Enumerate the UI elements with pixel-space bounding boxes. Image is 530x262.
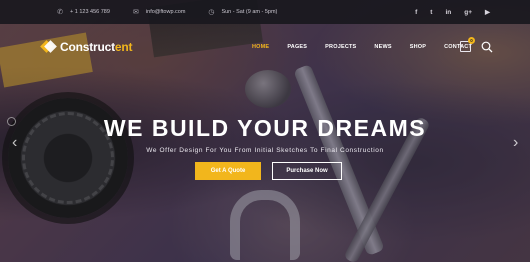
cart-count-badge: 0 — [468, 37, 475, 44]
search-icon[interactable] — [481, 40, 493, 58]
logo-icon — [40, 40, 57, 54]
hero-subheadline: We Offer Design For You From Initial Ske… — [146, 147, 384, 154]
site-logo[interactable]: Constructent — [40, 40, 132, 54]
nav-item-shop[interactable]: SHOP — [410, 44, 426, 50]
topbar-hours-text: Sun - Sat (9 am - 5pm) — [221, 9, 278, 15]
clock-icon: ◷ — [208, 9, 215, 16]
topbar-phone-text: + 1 123 456 789 — [70, 9, 110, 15]
logo-text-main: Construct — [60, 40, 115, 54]
nav-item-news[interactable]: NEWS — [374, 44, 391, 50]
nav-item-projects[interactable]: PROJECTS — [325, 44, 356, 50]
youtube-icon[interactable]: ▶ — [485, 8, 490, 16]
get-a-quote-button[interactable]: Get A Quote — [195, 162, 261, 180]
hero-headline: WE BUILD YOUR DREAMS — [103, 115, 427, 141]
logo-text: Constructent — [60, 40, 132, 54]
topbar-hours: ◷ Sun - Sat (9 am - 5pm) — [207, 8, 277, 16]
nav-item-home[interactable]: HOME — [252, 44, 269, 50]
main-menu: HOME PAGES PROJECTS NEWS SHOP CONTACT — [252, 44, 490, 50]
social-links: f t in g+ ▶ — [402, 0, 490, 24]
nav-item-pages[interactable]: PAGES — [287, 44, 307, 50]
topbar-email-text[interactable]: info@ftowp.com — [146, 9, 186, 15]
background-pliers — [230, 190, 300, 260]
linkedin-icon[interactable]: in — [445, 9, 451, 16]
envelope-icon: ✉ — [132, 9, 139, 16]
facebook-icon[interactable]: f — [415, 9, 417, 16]
purchase-now-button[interactable]: Purchase Now — [272, 162, 342, 180]
google-plus-icon[interactable]: g+ — [464, 9, 472, 16]
phone-icon: ✆ — [57, 9, 63, 16]
main-navbar: Constructent HOME PAGES PROJECTS NEWS SH… — [0, 24, 530, 68]
logo-text-accent: ent — [114, 40, 133, 54]
background-hammer-head — [245, 70, 291, 108]
twitter-icon[interactable]: t — [430, 9, 432, 16]
topbar-phone: ✆ + 1 123 456 789 — [56, 8, 110, 16]
topbar-email[interactable]: ✉ info@ftowp.com — [132, 8, 186, 16]
top-info-bar: ✆ + 1 123 456 789 ✉ info@ftowp.com ◷ Sun… — [0, 0, 530, 24]
